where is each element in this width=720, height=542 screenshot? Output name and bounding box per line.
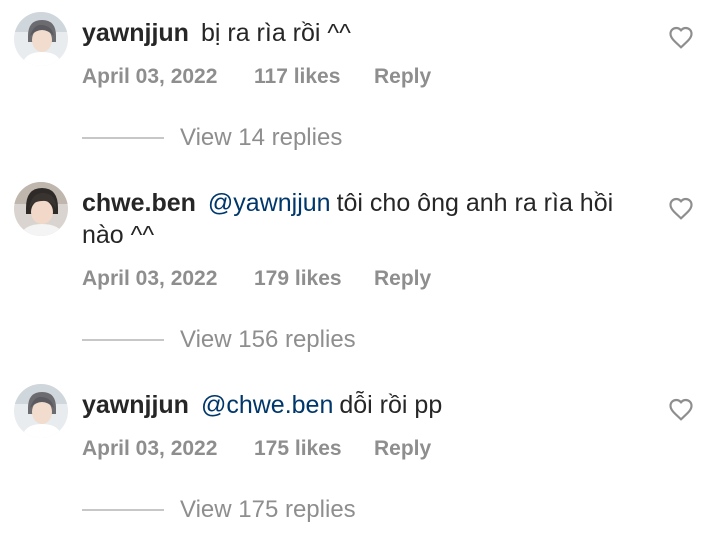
comment-meta: April 03, 2022 179 likes Reply [82, 267, 431, 291]
comment-username[interactable]: yawnjjun [82, 19, 189, 47]
comment-date: April 03, 2022 [82, 267, 218, 290]
divider-line [82, 509, 164, 511]
comment-mention[interactable]: @yawnjjun [208, 189, 331, 217]
heart-outline-icon[interactable] [668, 397, 694, 421]
avatar[interactable] [14, 384, 68, 438]
view-replies-label[interactable]: View 14 replies [180, 124, 342, 152]
comment-username[interactable]: yawnjjun [82, 391, 189, 419]
comment-text-block: yawnjjun @chwe.ben dỗi rồi pp [82, 389, 652, 421]
avatar[interactable] [14, 182, 68, 236]
comment-date: April 03, 2022 [82, 65, 218, 88]
reply-button[interactable]: Reply [374, 267, 431, 291]
comment-likes[interactable]: 175 likes [254, 437, 374, 461]
divider-line [82, 339, 164, 341]
heart-outline-icon[interactable] [668, 196, 694, 220]
comment-username[interactable]: chwe.ben [82, 189, 196, 217]
reply-button[interactable]: Reply [374, 65, 431, 89]
reply-button[interactable]: Reply [374, 437, 431, 461]
comment-text: dỗi rồi pp [339, 391, 443, 419]
comment-likes[interactable]: 117 likes [254, 65, 374, 89]
heart-outline-icon[interactable] [668, 25, 694, 49]
comment-text-block: chwe.ben @yawnjjun tôi cho ông anh ra rìa … [82, 187, 652, 251]
view-replies-label[interactable]: View 156 replies [180, 326, 356, 354]
comment-meta: April 03, 2022 117 likes Reply [82, 65, 431, 89]
view-replies-label[interactable]: View 175 replies [180, 496, 356, 524]
comment-meta: April 03, 2022 175 likes Reply [82, 437, 431, 461]
comment-date: April 03, 2022 [82, 437, 218, 460]
divider-line [82, 137, 164, 139]
avatar[interactable] [14, 12, 68, 66]
comment-likes[interactable]: 179 likes [254, 267, 374, 291]
comment-text: bị ra rìa rồi ^^ [200, 19, 351, 47]
comment-mention[interactable]: @chwe.ben [201, 391, 333, 419]
comment-text-block: yawnjjun bị ra rìa rồi ^^ [82, 17, 652, 49]
